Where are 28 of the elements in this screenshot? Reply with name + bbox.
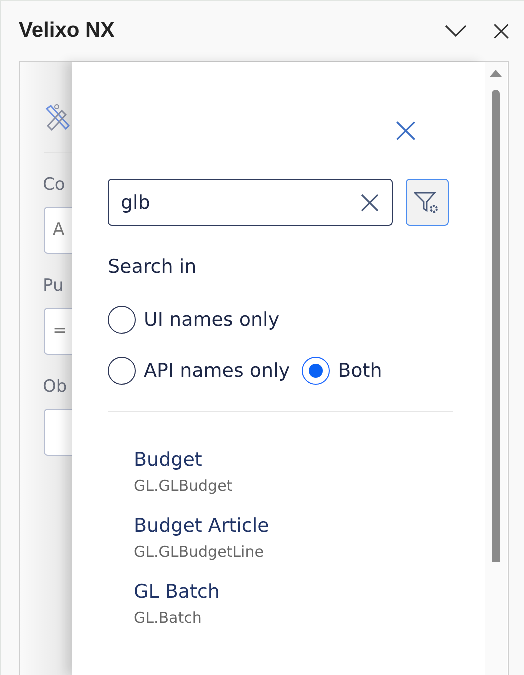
result-title[interactable]: GL Batch bbox=[134, 581, 449, 603]
input-field[interactable]: = bbox=[44, 308, 72, 355]
radio-button[interactable] bbox=[302, 357, 330, 385]
window-title: Velixo NX bbox=[19, 19, 116, 43]
result-title[interactable]: Budget bbox=[134, 449, 449, 471]
field-label: Pu bbox=[43, 276, 65, 298]
input-field[interactable] bbox=[44, 409, 72, 456]
filter-settings-button[interactable] bbox=[406, 179, 449, 226]
input-field[interactable]: A bbox=[44, 207, 72, 254]
section-label: Search in bbox=[108, 256, 198, 280]
field-label: Co bbox=[43, 175, 66, 197]
close-icon[interactable] bbox=[493, 22, 510, 40]
chevron-down-icon[interactable] bbox=[445, 24, 467, 38]
radio-label: Both bbox=[338, 360, 382, 382]
close-icon bbox=[395, 120, 417, 142]
radio-button[interactable] bbox=[108, 306, 136, 334]
result-api-name: GL.Batch bbox=[134, 609, 203, 627]
filter-gear-icon bbox=[414, 190, 440, 214]
clear-icon[interactable] bbox=[360, 192, 380, 212]
radio-label: UI names only bbox=[144, 309, 280, 331]
search-field[interactable]: glb bbox=[108, 179, 393, 226]
ruler-pencil-icon bbox=[45, 104, 71, 132]
result-title[interactable]: Budget Article bbox=[134, 515, 449, 537]
result-api-name: GL.GLBudget bbox=[134, 477, 234, 495]
radio-button[interactable] bbox=[108, 357, 136, 385]
radio-label: API names only bbox=[144, 360, 290, 382]
result-api-name: GL.GLBudgetLine bbox=[134, 543, 265, 561]
field-label: Ob bbox=[43, 377, 68, 399]
